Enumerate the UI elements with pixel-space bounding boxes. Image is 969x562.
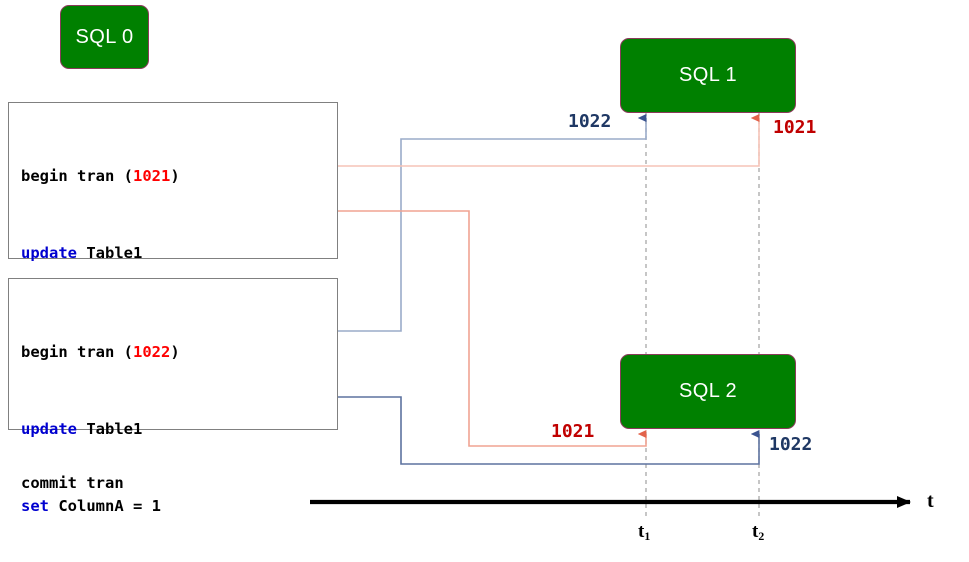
edge-label-sql2-1021: 1021 — [551, 421, 595, 442]
tran-id: 1022 — [132, 343, 171, 362]
code-text: begin tran ( — [21, 167, 133, 186]
sql-keyword: update — [21, 419, 77, 438]
sql-keyword: set — [21, 496, 49, 515]
code-text: ) — [170, 343, 180, 362]
tick-sub: 1 — [644, 530, 651, 544]
node-sql-2[interactable]: SQL 2 — [620, 354, 796, 429]
tick-label-t1: t1 — [638, 521, 650, 543]
node-sql-0[interactable]: SQL 0 — [60, 5, 149, 69]
code-line: begin tran (1022) — [21, 340, 325, 366]
edge-label-sql2-1022: 1022 — [769, 434, 813, 455]
code-block-tran-1022[interactable]: begin tran (1022) update Table1 set Colu… — [8, 278, 338, 515]
code-text: ColumnA = 1 — [49, 496, 161, 515]
code-text: begin tran ( — [21, 343, 133, 362]
tran-id: 1021 — [132, 167, 171, 186]
sql-keyword: update — [21, 243, 77, 262]
code-text: ) — [170, 167, 180, 186]
code-line: begin tran (1021) — [21, 164, 325, 190]
edge-1021-to-sql2 — [337, 210, 647, 447]
code-line: set ColumnA = 1 — [21, 494, 325, 520]
node-sql-2-label: SQL 2 — [679, 380, 737, 402]
node-sql-1[interactable]: SQL 1 — [620, 38, 796, 113]
edge-1022-to-sql1 — [337, 114, 647, 332]
axis-label-t: t — [927, 490, 934, 512]
code-text: Table1 — [77, 243, 143, 262]
code-text: Table1 — [77, 419, 143, 438]
tick-sub: 2 — [758, 530, 765, 544]
edge-label-sql1-1022: 1022 — [568, 111, 612, 132]
tick-label-t2: t2 — [752, 521, 764, 543]
code-line: update Table1 — [21, 417, 325, 443]
code-line: update Table1 — [21, 241, 325, 267]
node-sql-1-label: SQL 1 — [679, 64, 737, 86]
edge-label-sql1-1021: 1021 — [773, 117, 817, 138]
code-block-tran-1021[interactable]: begin tran (1021) update Table1 set Colu… — [8, 102, 338, 492]
node-sql-0-label: SQL 0 — [75, 25, 134, 48]
diagram-canvas: SQL 0 SQL 1 SQL 2 begin tran (1021) upda… — [0, 0, 969, 562]
